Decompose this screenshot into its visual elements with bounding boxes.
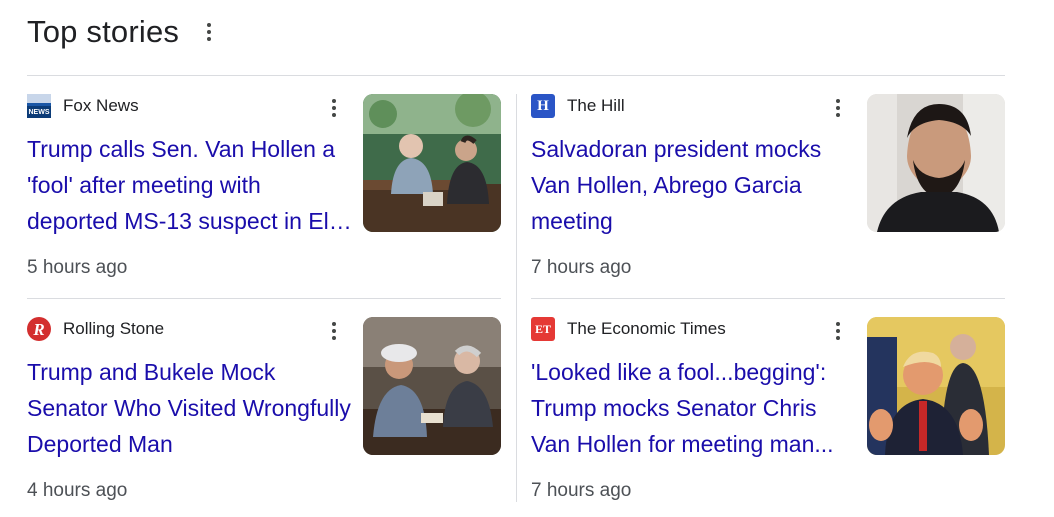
column-divider	[516, 94, 517, 502]
more-vert-icon[interactable]	[332, 99, 336, 117]
source-row: R Rolling Stone	[27, 317, 164, 341]
source-name[interactable]: The Hill	[567, 96, 625, 116]
more-vert-icon[interactable]	[836, 99, 840, 117]
source-name[interactable]: The Economic Times	[567, 319, 726, 339]
story-card[interactable]: H The Hill Salvadoran president mocks Va…	[531, 94, 1005, 294]
timestamp: 7 hours ago	[531, 257, 632, 278]
more-vert-icon[interactable]	[332, 322, 336, 340]
source-row: H The Hill	[531, 94, 625, 118]
row-divider	[27, 298, 501, 299]
section-title: Top stories	[27, 14, 180, 49]
story-thumbnail[interactable]	[867, 317, 1005, 455]
source-row: NEWS Fox News	[27, 94, 139, 118]
rolling-stone-favicon: R	[27, 317, 51, 341]
source-row: ET The Economic Times	[531, 317, 726, 341]
timestamp: 5 hours ago	[27, 257, 128, 278]
story-card[interactable]: NEWS Fox News Trump calls Sen. Van Holle…	[27, 94, 501, 294]
more-vert-icon[interactable]	[207, 23, 212, 41]
fox-news-favicon: NEWS	[27, 94, 51, 118]
section-header: Top stories	[27, 14, 212, 50]
headline-link[interactable]: 'Looked like a fool...begging': Trump mo…	[531, 354, 856, 462]
story-thumbnail[interactable]	[867, 94, 1005, 232]
timestamp: 4 hours ago	[27, 480, 128, 501]
headline-link[interactable]: Salvadoran president mocks Van Hollen, A…	[531, 131, 856, 239]
svg-text:NEWS: NEWS	[29, 109, 50, 116]
headline-link[interactable]: Trump calls Sen. Van Hollen a 'fool' aft…	[27, 131, 352, 239]
story-card[interactable]: ET The Economic Times 'Looked like a foo…	[531, 317, 1005, 517]
source-name[interactable]: Fox News	[63, 96, 139, 116]
story-card[interactable]: R Rolling Stone Trump and Bukele Mock Se…	[27, 317, 501, 517]
headline-link[interactable]: Trump and Bukele Mock Senator Who Visite…	[27, 354, 352, 462]
the-hill-favicon: H	[531, 94, 555, 118]
economic-times-favicon: ET	[531, 317, 555, 341]
story-thumbnail[interactable]	[363, 94, 501, 232]
timestamp: 7 hours ago	[531, 480, 632, 501]
source-name[interactable]: Rolling Stone	[63, 319, 164, 339]
row-divider	[531, 298, 1005, 299]
svg-text:R: R	[32, 320, 44, 339]
story-thumbnail[interactable]	[363, 317, 501, 455]
more-vert-icon[interactable]	[836, 322, 840, 340]
section-divider	[27, 75, 1005, 76]
